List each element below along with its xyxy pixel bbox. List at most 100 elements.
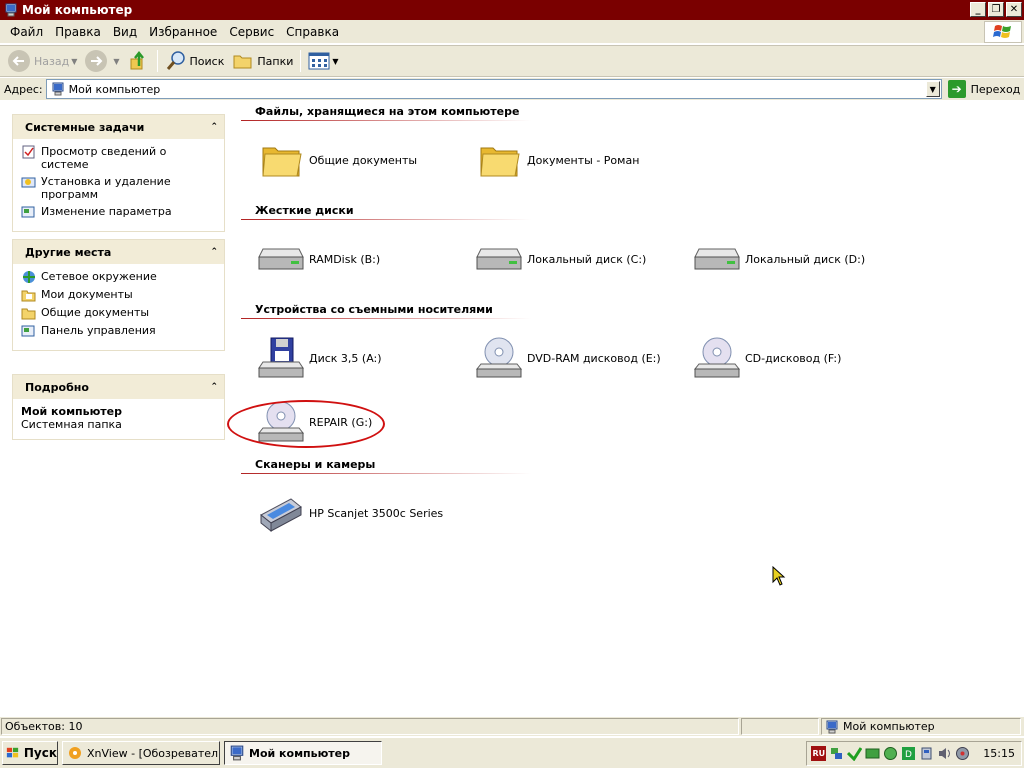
minimize-button[interactable]: _ <box>970 2 986 17</box>
svg-text:D: D <box>905 750 912 760</box>
task-view-system-info[interactable]: Просмотр сведений о системе <box>21 145 216 171</box>
up-folder-icon <box>130 50 144 70</box>
item-label: DVD-RAM дисковод (E:) <box>527 351 661 365</box>
go-button[interactable]: ➔ Переход <box>947 80 1021 98</box>
menu-favorites[interactable]: Избранное <box>143 25 223 39</box>
details-header[interactable]: Подробно ⌃ <box>13 375 224 399</box>
my-computer-icon <box>826 720 838 733</box>
monitor-tray-icon[interactable] <box>865 746 880 761</box>
restore-button[interactable]: ❐ <box>988 2 1004 17</box>
other-places-panel: Другие места ⌃ Сетевое окружение Мои док… <box>12 239 225 351</box>
address-value: Мой компьютер <box>68 82 161 96</box>
views-button[interactable]: ▼ <box>304 48 342 74</box>
network-tray-icon[interactable] <box>829 746 844 761</box>
highlight-circle <box>227 400 385 448</box>
menu-edit[interactable]: Правка <box>49 25 107 39</box>
title-bar: Мой компьютер _ ❐ ✕ <box>0 0 1024 20</box>
group-title: Устройства со съемными носителями <box>255 303 493 316</box>
utility-tray-icon[interactable] <box>955 746 970 761</box>
forward-button[interactable]: ▼ <box>81 48 123 74</box>
up-folder-button[interactable] <box>124 48 154 74</box>
control-panel-icon <box>21 325 35 337</box>
place-network[interactable]: Сетевое окружение <box>21 270 216 284</box>
item-label: Локальный диск (D:) <box>745 252 866 266</box>
security-tray-icon[interactable] <box>883 746 898 761</box>
task-add-remove-programs[interactable]: Установка и удаление программ <box>21 175 216 201</box>
group-divider <box>241 219 531 220</box>
volume-tray-icon[interactable] <box>937 746 952 761</box>
place-label: Сетевое окружение <box>41 270 157 283</box>
item-floppy-a[interactable]: Диск 3,5 (A:) <box>255 335 382 381</box>
usb-tray-icon[interactable] <box>919 746 934 761</box>
item-shared-documents[interactable]: Общие документы <box>255 137 417 183</box>
toolbar-separator <box>300 50 302 72</box>
item-local-disk-c[interactable]: Локальный диск (C:) <box>473 236 646 282</box>
back-button[interactable]: Назад ▼ <box>4 48 81 74</box>
search-label: Поиск <box>189 54 225 68</box>
group-title: Сканеры и камеры <box>255 458 376 471</box>
item-dvd-ram-e[interactable]: DVD-RAM дисковод (E:) <box>473 335 661 381</box>
chevron-down-icon: ▼ <box>71 56 78 66</box>
chevron-down-icon: ▼ <box>113 56 120 66</box>
item-ramdisk[interactable]: RAMDisk (B:) <box>255 236 380 282</box>
address-dropdown-button[interactable]: ▼ <box>925 81 940 97</box>
toolbar-separator <box>156 50 158 72</box>
place-shared-documents[interactable]: Общие документы <box>21 306 216 320</box>
chevron-down-icon: ▼ <box>332 56 339 66</box>
menu-help[interactable]: Справка <box>280 25 345 39</box>
my-computer-icon <box>230 745 244 761</box>
menu-file[interactable]: Файл <box>4 25 49 39</box>
status-empty-cell <box>741 718 819 735</box>
group-title: Файлы, хранящиеся на этом компьютере <box>255 105 520 118</box>
system-tray: RU D 15:15 <box>806 741 1022 766</box>
content-area: Файлы, хранящиеся на этом компьютере Общ… <box>227 101 1024 715</box>
folders-icon <box>233 55 252 69</box>
start-button[interactable]: Пуск <box>2 741 58 765</box>
item-label: Локальный диск (C:) <box>527 252 647 266</box>
mouse-cursor-icon <box>772 566 786 586</box>
go-arrow-icon: ➔ <box>947 80 966 98</box>
item-label: HP Scanjet 3500c Series <box>309 506 444 520</box>
daemon-tray-icon[interactable]: D <box>901 746 916 761</box>
item-label: RAMDisk (B:) <box>309 252 381 266</box>
clock[interactable]: 15:15 <box>983 747 1015 760</box>
place-label: Мои документы <box>41 288 133 301</box>
network-icon <box>23 271 35 283</box>
item-local-disk-d[interactable]: Локальный диск (D:) <box>691 236 865 282</box>
hard-drive-icon <box>258 248 304 270</box>
other-places-header[interactable]: Другие места ⌃ <box>13 240 224 264</box>
antivirus-tray-icon[interactable] <box>847 746 863 761</box>
address-bar: Адрес: Мой компьютер ▼ ➔ Переход <box>0 78 1024 100</box>
details-name: Мой компьютер <box>21 405 123 418</box>
task-my-computer[interactable]: Мой компьютер <box>224 741 382 765</box>
start-label: Пуск <box>23 746 57 760</box>
address-input[interactable]: Мой компьютер ▼ <box>45 79 942 99</box>
menu-tools[interactable]: Сервис <box>223 25 280 39</box>
place-control-panel[interactable]: Панель управления <box>21 324 216 338</box>
control-panel-icon <box>21 206 35 218</box>
item-cd-f[interactable]: CD-дисковод (F:) <box>691 335 841 381</box>
hard-drive-icon <box>476 248 522 270</box>
folders-button[interactable]: Папки <box>228 48 297 74</box>
close-button[interactable]: ✕ <box>1006 2 1022 17</box>
collapse-icon[interactable]: ⌃ <box>210 122 218 132</box>
go-label: Переход <box>970 82 1021 96</box>
folder-icon <box>480 147 520 177</box>
toolbar: Назад ▼ ▼ Поиск Папки ▼ <box>0 45 1024 77</box>
back-label: Назад <box>34 54 70 68</box>
collapse-icon[interactable]: ⌃ <box>210 382 218 392</box>
language-indicator[interactable]: RU <box>811 746 827 761</box>
folder-icon <box>262 147 302 177</box>
item-label: Диск 3,5 (A:) <box>309 351 382 365</box>
search-button[interactable]: Поиск <box>161 48 229 74</box>
collapse-icon[interactable]: ⌃ <box>210 247 218 257</box>
forward-arrow-icon <box>85 50 108 72</box>
item-roman-documents[interactable]: Документы - Роман <box>473 137 639 183</box>
task-xnview[interactable]: XnView - [Обозреватель... <box>62 741 220 765</box>
system-tasks-header[interactable]: Системные задачи ⌃ <box>13 115 224 139</box>
my-documents-icon <box>21 290 36 302</box>
menu-view[interactable]: Вид <box>107 25 143 39</box>
item-scanner[interactable]: HP Scanjet 3500c Series <box>255 490 443 536</box>
place-my-documents[interactable]: Мои документы <box>21 288 216 302</box>
task-change-setting[interactable]: Изменение параметра <box>21 205 216 219</box>
